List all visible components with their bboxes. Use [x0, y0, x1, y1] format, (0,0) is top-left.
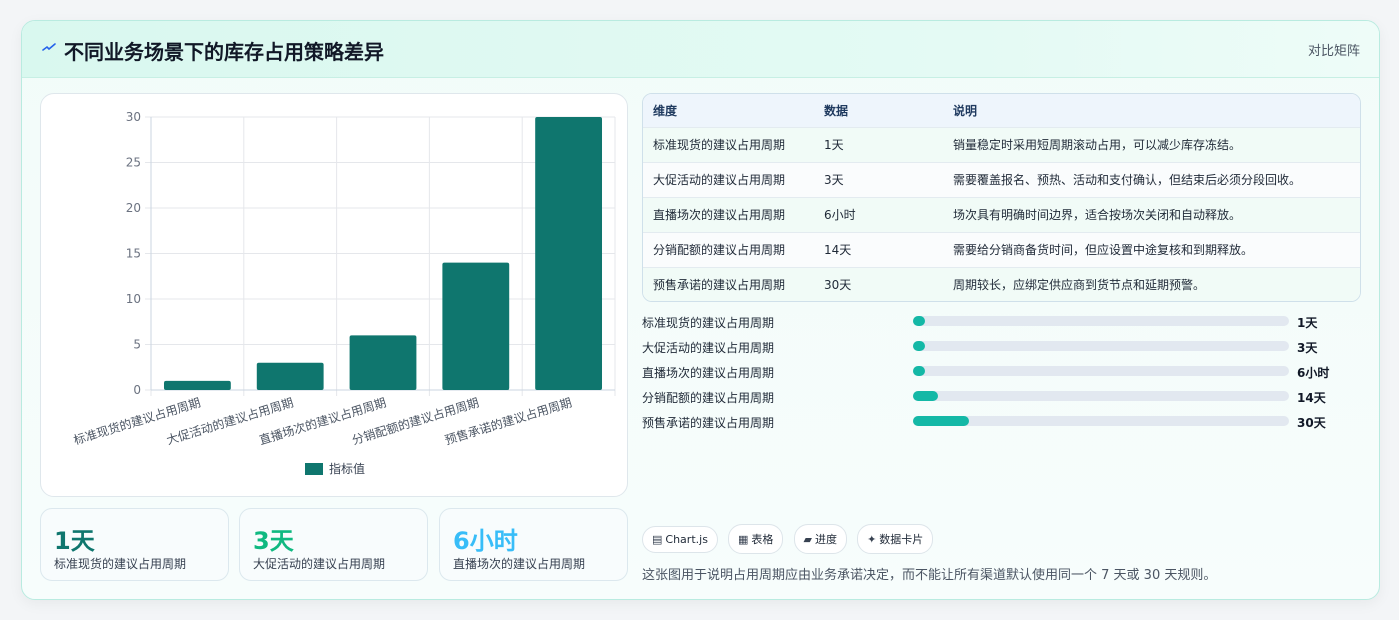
bar: [535, 117, 603, 390]
table-cell: 30天: [824, 278, 852, 293]
table-cell: 周期较长，应绑定供应商到货节点和延期预警。: [953, 278, 1206, 293]
progress-track: [913, 416, 1289, 426]
table-row: 直播场次的建议占用周期 6小时 场次具有明确时间边界，适合按场次关闭和自动释放。: [643, 197, 1360, 232]
tag-label: 进度: [814, 533, 837, 546]
table-cell: 标准现货的建议占用周期: [653, 138, 786, 152]
progress-fill: [913, 391, 939, 401]
tag-label: 表格: [751, 533, 774, 546]
y-tick-label: 15: [126, 247, 141, 261]
progress-value: 6小时: [1297, 366, 1330, 380]
y-tick-label: 5: [133, 338, 141, 352]
kpi-value: 6小时: [453, 527, 518, 555]
table-cell: 直播场次的建议占用周期: [653, 208, 786, 222]
progress-label: 直播场次的建议占用周期: [642, 366, 775, 380]
bar: [349, 335, 417, 390]
kpi-value: 3天: [253, 527, 294, 555]
progress-value: 3天: [1297, 341, 1318, 355]
table-cell: 3天: [824, 173, 844, 187]
table-cell: 场次具有明确时间边界，适合按场次关闭和自动释放。: [953, 208, 1242, 222]
tag-table[interactable]: ▦ 表格: [728, 524, 784, 554]
tag-progress[interactable]: ▰ 进度: [793, 524, 847, 554]
table-cell: 需要覆盖报名、预热、活动和支付确认，但结束后必须分段回收。: [953, 173, 1302, 187]
tag-chartjs[interactable]: ▤ Chart.js: [642, 526, 718, 553]
table-row: 标准现货的建议占用周期 1天 销量稳定时采用短周期滚动占用，可以减少库存冻结。: [643, 127, 1360, 162]
progress-value: 1天: [1297, 316, 1318, 330]
progress-track: [913, 341, 1289, 351]
tag-label: 数据卡片: [879, 533, 924, 546]
progress-row: 预售承诺的建议占用周期 30天: [642, 413, 1359, 438]
progress-fill: [913, 341, 926, 351]
table-header-row: 维度 数据 说明: [643, 94, 1360, 127]
progress-track: [913, 316, 1289, 326]
bar-chart: 051015202530标准现货的建议占用周期大促活动的建议占用周期直播场次的建…: [72, 110, 616, 476]
strategy-card: 不同业务场景下的库存占用策略差异 对比矩阵 0 5 10 15 20 25 30 标准现货的建…: [21, 20, 1380, 600]
progress-value: 14天: [1297, 391, 1326, 405]
table-cell: 分销配额的建议占用周期: [653, 243, 786, 257]
table-cell: 需要给分销商备货时间，但应设置中途复核和到期释放。: [953, 243, 1254, 257]
table-cell: 14天: [824, 243, 852, 257]
progress-label: 预售承诺的建议占用周期: [642, 416, 775, 430]
y-tick-label: 0: [133, 383, 141, 397]
progress-track: [913, 391, 1289, 401]
table-row: 预售承诺的建议占用周期 30天 周期较长，应绑定供应商到货节点和延期预警。: [643, 267, 1360, 301]
kpi-card-live: 6小时 直播场次的建议占用周期: [439, 508, 628, 581]
table-row: 分销配额的建议占用周期 14天 需要给分销商备货时间，但应设置中途复核和到期释放…: [643, 232, 1360, 267]
table-cell: 6小时: [824, 208, 856, 222]
comparison-table: 维度 数据 说明 标准现货的建议占用周期 1天 销量稳定时采用短周期滚动占用，可…: [642, 93, 1361, 302]
progress-row: 分销配额的建议占用周期 14天: [642, 388, 1359, 413]
table-header-data: 数据: [824, 103, 849, 118]
tag-data-card[interactable]: ✦ 数据卡片: [857, 524, 934, 554]
table-icon: ▦: [738, 533, 749, 546]
table-cell: 1天: [824, 138, 844, 152]
progress-label: 标准现货的建议占用周期: [642, 316, 775, 330]
card-icon: ✦: [867, 533, 877, 546]
chart-icon: ▤: [652, 533, 663, 546]
progress-track: [913, 366, 1289, 376]
y-tick-label: 10: [126, 292, 141, 306]
progress-value: 30天: [1297, 416, 1326, 430]
table-header-description: 说明: [953, 103, 978, 118]
legend-swatch: [305, 463, 323, 475]
progress-row: 标准现货的建议占用周期 1天: [642, 313, 1359, 338]
progress-fill: [913, 366, 926, 376]
kpi-card-spot: 1天 标准现货的建议占用周期: [40, 508, 229, 581]
tag-label: Chart.js: [665, 533, 708, 546]
progress-list: 标准现货的建议占用周期 1天 大促活动的建议占用周期 3天 直播场次的建议占用周…: [642, 313, 1359, 438]
bar-chart-panel: 0 5 10 15 20 25 30 标准现货的建议占用周期 大促活动的建议占用周期 直播场次的建…: [40, 93, 628, 497]
bar: [442, 262, 510, 390]
y-tick-label: 30: [126, 110, 141, 124]
progress-label: 大促活动的建议占用周期: [642, 341, 775, 355]
progress-icon: ▰: [803, 533, 812, 546]
table-cell: 销量稳定时采用短周期滚动占用，可以减少库存冻结。: [953, 138, 1242, 152]
kpi-label: 标准现货的建议占用周期: [54, 557, 187, 571]
progress-row: 大促活动的建议占用周期 3天: [642, 338, 1359, 363]
table-header-dimension: 维度: [653, 103, 678, 118]
y-tick-label: 25: [126, 156, 141, 170]
progress-fill: [913, 416, 970, 426]
kpi-label: 大促活动的建议占用周期: [253, 557, 386, 571]
bar: [163, 380, 231, 390]
table-row: 大促活动的建议占用周期 3天 需要覆盖报名、预热、活动和支付确认，但结束后必须分…: [643, 162, 1360, 197]
y-tick-label: 20: [126, 201, 141, 215]
kpi-value: 1天: [54, 527, 95, 555]
table-cell: 大促活动的建议占用周期: [653, 173, 786, 187]
legend-label: 指标值: [329, 461, 365, 476]
progress-label: 分销配额的建议占用周期: [642, 391, 775, 405]
page-title: 不同业务场景下的库存占用策略差异: [64, 40, 384, 64]
table-cell: 预售承诺的建议占用周期: [653, 278, 786, 293]
lightning-icon: [42, 43, 56, 51]
bar: [256, 362, 324, 390]
kpi-card-promo: 3天 大促活动的建议占用周期: [239, 508, 428, 581]
tag-list: ▤ Chart.js ▦ 表格 ▰ 进度 ✦ 数据卡片: [642, 524, 938, 554]
matrix-badge: 对比矩阵: [1307, 44, 1360, 59]
kpi-label: 直播场次的建议占用周期: [453, 557, 586, 571]
card-header: 不同业务场景下的库存占用策略差异 对比矩阵: [22, 21, 1379, 78]
footnote: 这张图用于说明占用周期应由业务承诺决定，而不能让所有渠道默认使用同一个 7 天或…: [642, 568, 1217, 583]
progress-row: 直播场次的建议占用周期 6小时: [642, 363, 1359, 388]
progress-fill: [913, 316, 926, 326]
